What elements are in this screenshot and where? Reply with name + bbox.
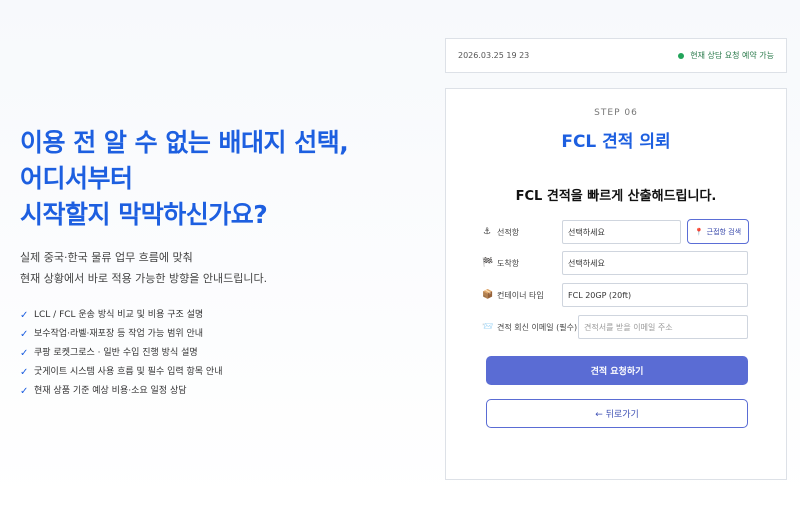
hero-title: 이용 전 알 수 없는 배대지 선택, 어디서부터 시작할지 막막하신가요? xyxy=(20,125,420,233)
hero-desc-line: 현재 상황에서 바로 적용 가능한 방향을 안내드립니다. xyxy=(20,272,268,285)
step-label: STEP 06 xyxy=(594,108,638,118)
origin-port-select[interactable]: 선택하세요 xyxy=(562,220,681,244)
form-subtitle: FCL 견적을 빠르게 산출해드립니다. xyxy=(515,189,717,204)
hero-section: 이용 전 알 수 없는 배대지 선택, 어디서부터 시작할지 막막하신가요? 실… xyxy=(20,125,420,401)
container-row: 📦 컨테이너 타입 FCL 20GP (20ft) xyxy=(482,283,748,307)
check-icon: ✓ xyxy=(20,367,29,378)
nearby-button-label: 근접항 검색 xyxy=(706,227,742,236)
status-bar: 2026.03.25 19 23 현재 상담 요청 예약 가능 xyxy=(445,38,787,73)
origin-row: ⚓ 선적항 선택하세요 xyxy=(482,220,681,244)
benefit-item: ✓ 보수작업·라벨·재포장 등 작업 가능 범위 안내 xyxy=(20,325,420,344)
destination-label-text: 도착항 xyxy=(497,258,520,268)
datetime: 2026.03.25 19 23 xyxy=(458,51,530,60)
hero-description: 실제 중국·한국 물류 업무 흐름에 맞춰 현재 상황에서 바로 적용 가능한 … xyxy=(20,247,420,289)
email-label-text: 견적 회신 이메일 (필수) xyxy=(497,322,578,332)
origin-label: ⚓ 선적항 xyxy=(482,227,562,238)
benefit-text: LCL / FCL 운송 방식 비교 및 비용 구조 설명 xyxy=(34,310,204,320)
form-title: FCL 견적 의뢰 xyxy=(561,132,671,152)
benefit-item: ✓ 현재 상품 기준 예상 비용·소요 일정 상담 xyxy=(20,382,420,401)
email-field[interactable]: 견적서를 받을 이메일 주소 xyxy=(578,315,748,339)
check-icon: ✓ xyxy=(20,329,29,340)
container-label: 📦 컨테이너 타입 xyxy=(482,290,562,301)
pin-icon: 📍 xyxy=(694,227,704,236)
destination-port-select[interactable]: 선택하세요 xyxy=(562,251,748,275)
benefit-text: 굿게이트 시스템 사용 흐름 및 필수 입력 항목 안내 xyxy=(34,367,223,377)
container-label-text: 컨테이너 타입 xyxy=(497,290,544,300)
benefit-text: 현재 상품 기준 예상 비용·소요 일정 상담 xyxy=(34,386,187,396)
submit-quote-button[interactable]: 견적 요청하기 xyxy=(486,356,748,385)
check-icon: ✓ xyxy=(20,310,29,321)
availability-text: 현재 상담 요청 예약 가능 xyxy=(690,51,774,60)
destination-row: 🏁 도착항 선택하세요 xyxy=(482,251,748,275)
hero-desc-line: 실제 중국·한국 물류 업무 흐름에 맞춰 xyxy=(20,251,193,264)
container-type-select[interactable]: FCL 20GP (20ft) xyxy=(562,283,748,307)
check-icon: ✓ xyxy=(20,348,29,359)
destination-label: 🏁 도착항 xyxy=(482,258,562,269)
email-row: 📨 견적 회신 이메일 (필수) 견적서를 받을 이메일 주소 xyxy=(482,315,748,339)
email-label: 📨 견적 회신 이메일 (필수) xyxy=(482,322,578,333)
nearby-port-search-button[interactable]: 📍 근접항 검색 xyxy=(687,219,749,244)
benefit-list: ✓ LCL / FCL 운송 방식 비교 및 비용 구조 설명 ✓ 보수작업·라벨·… xyxy=(20,306,420,401)
hero-title-line: 시작할지 막막하신가요? xyxy=(20,200,268,229)
benefit-item: ✓ LCL / FCL 운송 방식 비교 및 비용 구조 설명 xyxy=(20,306,420,325)
back-button[interactable]: ← 뒤로가기 xyxy=(486,399,748,428)
hero-title-line: 이용 전 알 수 없는 배대지 선택, xyxy=(20,128,349,157)
origin-label-text: 선적항 xyxy=(497,227,520,237)
benefit-text: 쿠팡 로켓그로스 · 일반 수입 진행 방식 설명 xyxy=(34,348,198,358)
benefit-item: ✓ 굿게이트 시스템 사용 흐름 및 필수 입력 항목 안내 xyxy=(20,363,420,382)
mail-icon: 📨 xyxy=(482,322,494,332)
benefit-text: 보수작업·라벨·재포장 등 작업 가능 범위 안내 xyxy=(34,329,204,339)
box-icon: 📦 xyxy=(482,290,494,300)
quote-form-card: STEP 06 FCL 견적 의뢰 FCL 견적을 빠르게 산출해드립니다. ⚓… xyxy=(445,88,787,480)
flag-icon: 🏁 xyxy=(482,258,494,268)
status-dot-icon xyxy=(678,52,685,59)
anchor-icon: ⚓ xyxy=(482,227,492,237)
benefit-item: ✓ 쿠팡 로켓그로스 · 일반 수입 진행 방식 설명 xyxy=(20,344,420,363)
hero-title-line: 어디서부터 xyxy=(20,164,133,193)
availability-status: 현재 상담 요청 예약 가능 xyxy=(678,50,774,61)
check-icon: ✓ xyxy=(20,386,29,397)
